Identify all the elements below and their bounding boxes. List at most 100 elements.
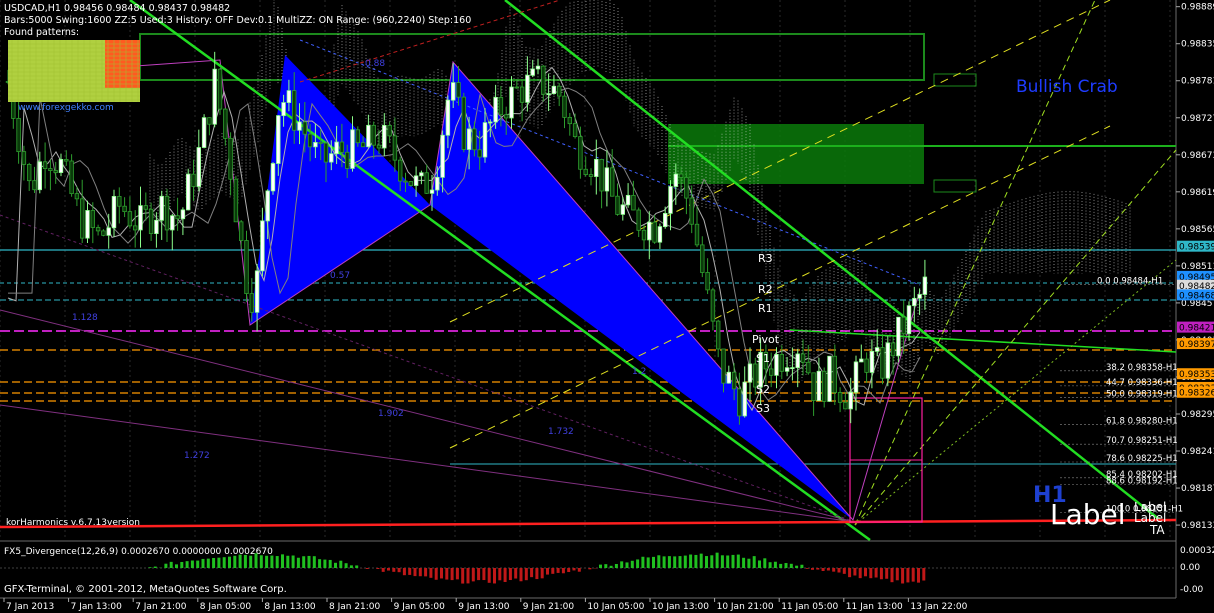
candle-body: [445, 99, 451, 136]
fib-label: 38.2 0.98358-H1: [1106, 363, 1178, 373]
histogram-bar: [397, 568, 401, 573]
candle-body: [276, 115, 281, 164]
candle-body: [731, 371, 737, 390]
histogram-bar: [837, 568, 841, 573]
histogram-bar: [657, 555, 661, 568]
candle-body: [16, 117, 21, 153]
price-marker-label: 0.98353: [1179, 370, 1214, 380]
price-marker-label: 0.98468: [1179, 291, 1214, 301]
candle-body: [191, 173, 196, 187]
histogram-bar: [498, 568, 502, 581]
ratio-label: 1.2: [632, 367, 646, 377]
histogram-bar: [546, 568, 549, 575]
candle-body: [875, 347, 880, 352]
candle-body: [450, 82, 456, 101]
price-marker-label: 0.98421: [1179, 324, 1214, 334]
candle-body: [631, 194, 636, 211]
candle-body: [180, 209, 186, 220]
patterns-grid: [8, 40, 140, 102]
candle-body: [419, 172, 424, 177]
histogram-bar: [599, 564, 602, 568]
histogram-bar: [699, 553, 703, 568]
candle-body: [615, 195, 620, 215]
candle-body: [196, 147, 201, 187]
candle-body: [42, 161, 48, 170]
candle-body: [784, 367, 790, 372]
histogram-bar: [795, 565, 799, 568]
histogram-bar: [551, 568, 555, 574]
histogram-bar: [625, 562, 629, 568]
histogram-bar: [461, 568, 465, 584]
fib-label: 50.0 0.98319-H1: [1106, 390, 1178, 400]
price-tick-label: 0.98187: [1181, 484, 1214, 494]
candle-body: [562, 95, 567, 118]
candle-body: [705, 272, 710, 291]
histogram-bar: [238, 554, 242, 568]
time-tick-label: 9 Jan 13:00: [458, 602, 510, 612]
histogram-bar: [811, 568, 814, 570]
candle-body: [408, 181, 413, 186]
candle-body: [329, 153, 334, 163]
histogram-bar: [832, 568, 836, 572]
histogram-bar: [885, 568, 889, 579]
candle-body: [694, 223, 700, 246]
histogram-bar: [922, 568, 926, 581]
chart-canvas[interactable]: 0.0 0.98484-H1 38.2 0.98358-H1 44.7 0.9833…: [0, 0, 1214, 613]
ratio-label: 1.272: [184, 451, 210, 461]
candle-body: [371, 124, 376, 146]
price-tick-label: 0.98511: [1181, 262, 1214, 272]
histogram-bar: [869, 568, 873, 579]
candle-body: [779, 354, 784, 372]
candle-body: [594, 158, 599, 177]
candle-body: [249, 293, 254, 313]
histogram-bar: [196, 560, 200, 568]
fib-label: 44.7 0.98336-H1: [1106, 378, 1178, 388]
candle-body: [583, 168, 588, 175]
histogram-bar: [302, 556, 306, 568]
candle-body: [636, 209, 641, 231]
histogram-bar: [201, 558, 205, 568]
price-tick-label: 0.98619: [1181, 188, 1214, 198]
price-axis[interactable]: 0.98889 0.98835 0.98781 0.98727 0.98673 0.986…: [1176, 3, 1214, 531]
candle-body: [726, 371, 731, 384]
candle-body: [816, 370, 822, 401]
histogram-bar: [736, 554, 740, 568]
histogram-bar: [275, 556, 279, 568]
candle-body: [477, 149, 482, 158]
histogram-bar: [434, 568, 438, 580]
candle-body: [525, 74, 530, 103]
candle-body: [896, 316, 901, 357]
histogram-bar: [349, 565, 353, 568]
price-tick-label: 0.98565: [1181, 225, 1214, 235]
candle-body: [212, 68, 217, 125]
candle-body: [716, 320, 721, 350]
candle-body: [848, 391, 853, 410]
candle-body: [265, 190, 270, 222]
histogram-bar: [482, 568, 486, 581]
histogram-bar: [286, 555, 290, 568]
candle-body: [387, 125, 392, 137]
price-tick-label: 0.98889: [1181, 3, 1214, 13]
histogram-bar: [556, 568, 560, 573]
time-tick-label: 10 Jan 21:00: [717, 602, 774, 612]
candle-body: [291, 90, 297, 131]
histogram-bar: [667, 556, 671, 568]
price-tick-label: 0.98835: [1181, 40, 1214, 50]
candle-body: [678, 173, 684, 178]
candle-body: [74, 193, 80, 200]
histogram-bar: [901, 568, 905, 584]
fib-label: 0.0 0.98484-H1: [1097, 276, 1163, 286]
time-axis[interactable]: 7 Jan 2013 7 Jan 13:00 7 Jan 21:00 8 Jan 05…: [3, 598, 968, 612]
candle-body: [37, 161, 42, 191]
histogram-bar: [318, 559, 322, 568]
histogram-bar: [355, 565, 359, 568]
fib-label: 88.6 0.98192-H1: [1106, 477, 1178, 487]
candle-body: [254, 270, 260, 313]
candle-body: [853, 361, 859, 393]
candle-body: [837, 392, 843, 403]
candle-body: [530, 68, 535, 76]
histogram-bar: [646, 557, 650, 568]
candle-body: [684, 177, 689, 199]
candle-body: [466, 128, 472, 150]
symbol-info: USDCAD,H1 0.98456 0.98484 0.98437 0.9848…: [4, 3, 230, 14]
